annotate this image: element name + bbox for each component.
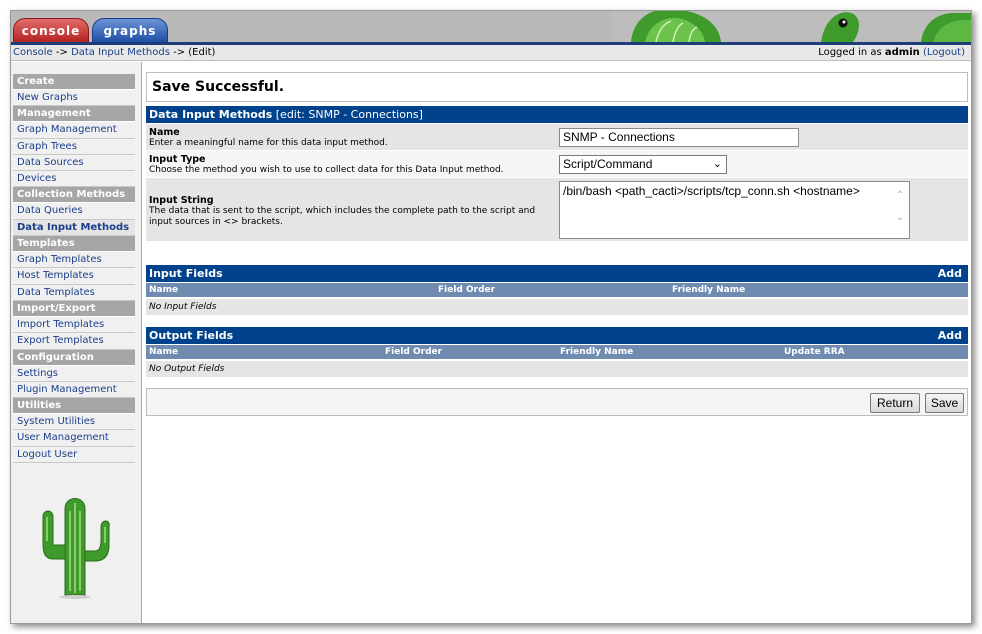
name-input[interactable]: SNMP - Connections [559, 128, 799, 147]
column-update-rra[interactable]: Update RRA [784, 345, 845, 359]
menu-item-data-templates[interactable]: Data Templates [13, 284, 135, 301]
menu-item-settings[interactable]: Settings [13, 365, 135, 382]
login-info: Logged in as admin (Logout) [818, 45, 965, 61]
menu-item-data-queries[interactable]: Data Queries [13, 203, 135, 220]
output-fields-title: Output Fields [149, 329, 234, 342]
cactus-banner-art [611, 11, 971, 42]
menu-heading-import-export: Import/Export [13, 300, 135, 317]
menu-item-host-templates[interactable]: Host Templates [13, 268, 135, 285]
output-fields-add-link[interactable]: Add [938, 327, 962, 344]
input-string-row: Input String The data that is sent to th… [146, 178, 968, 242]
input-type-selected-value: Script/Command [563, 157, 653, 171]
save-button[interactable]: Save [925, 393, 964, 413]
input-type-select[interactable]: Script/Command ⌄ [559, 155, 727, 174]
menu-item-import-templates[interactable]: Import Templates [13, 316, 135, 334]
login-user: admin [884, 47, 920, 58]
output-fields-empty: No Output Fields [146, 361, 968, 377]
menu-item-data-sources[interactable]: Data Sources [13, 154, 135, 172]
menu-heading-utilities: Utilities [13, 398, 135, 415]
logout-link[interactable]: (Logout) [923, 47, 965, 58]
menu-item-graph-management[interactable]: Graph Management [13, 122, 135, 139]
breadcrumb-separator: -> [169, 47, 189, 58]
input-type-description: Choose the method you wish to use to col… [149, 165, 504, 175]
menu-heading-management: Management [13, 106, 135, 123]
column-field-order[interactable]: Field Order [438, 283, 495, 297]
name-label: Name [149, 127, 180, 138]
menu-item-new-graphs[interactable]: New Graphs [13, 90, 135, 107]
input-string-label: Input String [149, 195, 214, 206]
menu-item-export-templates[interactable]: Export Templates [13, 333, 135, 350]
tab-graphs[interactable]: graphs [92, 18, 168, 43]
column-friendly-name[interactable]: Friendly Name [672, 283, 745, 297]
form-header-subtitle: [edit: SNMP - Connections] [272, 108, 423, 121]
menu-heading-collection-methods: Collection Methods [13, 187, 135, 204]
login-prefix: Logged in as [818, 47, 885, 58]
breadcrumb-console-link[interactable]: Console [13, 47, 53, 58]
sidebar: Create New Graphs Management Graph Manag… [11, 62, 142, 623]
input-type-row: Input Type Choose the method you wish to… [146, 151, 968, 178]
menu-item-logout-user[interactable]: Logout User [13, 446, 135, 464]
breadcrumb: Console -> Data Input Methods -> (Edit) [13, 45, 215, 61]
menu-item-devices[interactable]: Devices [13, 171, 135, 188]
return-button[interactable]: Return [870, 393, 920, 413]
menu-item-user-management[interactable]: User Management [13, 430, 135, 447]
input-fields-add-link[interactable]: Add [938, 265, 962, 282]
column-field-order[interactable]: Field Order [385, 345, 442, 359]
save-success-message: Save Successful. [146, 72, 968, 102]
menu-heading-templates: Templates [13, 236, 135, 253]
input-string-textarea[interactable]: /bin/bash <path_cacti>/scripts/tcp_conn.… [559, 181, 910, 239]
top-header: console graphs [11, 11, 971, 44]
name-row: Name Enter a meaningful name for this da… [146, 124, 968, 151]
breadcrumb-data-input-methods-link[interactable]: Data Input Methods [71, 47, 170, 58]
console-menu: Create New Graphs Management Graph Manag… [13, 74, 135, 464]
input-fields-header: Input Fields Add [146, 265, 968, 282]
output-fields-column-header: Name Field Order Friendly Name Update RR… [146, 345, 968, 359]
scroll-up-icon[interactable]: ⌃ [896, 190, 904, 201]
name-description: Enter a meaningful name for this data in… [149, 138, 388, 148]
input-string-value: /bin/bash <path_cacti>/scripts/tcp_conn.… [563, 184, 860, 198]
menu-item-system-utilities[interactable]: System Utilities [13, 414, 135, 431]
output-fields-header: Output Fields Add [146, 327, 968, 344]
column-friendly-name[interactable]: Friendly Name [560, 345, 633, 359]
input-type-label: Input Type [149, 154, 206, 165]
browser-window: console graphs Console -> Data Input Met… [10, 10, 972, 624]
menu-heading-create: Create [13, 74, 135, 90]
cacti-logo [39, 487, 111, 602]
column-name[interactable]: Name [149, 283, 178, 297]
column-name[interactable]: Name [149, 345, 178, 359]
tab-console[interactable]: console [13, 18, 89, 43]
form-header-title: Data Input Methods [149, 108, 273, 121]
menu-heading-configuration: Configuration [13, 349, 135, 366]
chevron-down-icon: ⌄ [712, 158, 722, 170]
action-bar: Return Save [146, 388, 968, 416]
menu-item-graph-trees[interactable]: Graph Trees [13, 138, 135, 155]
input-fields-empty: No Input Fields [146, 299, 968, 315]
menu-item-data-input-methods[interactable]: Data Input Methods [13, 219, 135, 237]
textarea-scrollbar[interactable]: ⌃ ⌄ [893, 182, 909, 238]
scroll-down-icon[interactable]: ⌄ [896, 212, 904, 223]
input-string-description: The data that is sent to the script, whi… [149, 206, 536, 227]
breadcrumb-current: (Edit) [188, 47, 216, 58]
input-fields-title: Input Fields [149, 267, 223, 280]
input-fields-column-header: Name Field Order Friendly Name [146, 283, 968, 297]
menu-item-plugin-management[interactable]: Plugin Management [13, 381, 135, 399]
form-header: Data Input Methods [edit: SNMP - Connect… [146, 106, 968, 123]
menu-item-graph-templates[interactable]: Graph Templates [13, 252, 135, 269]
breadcrumb-separator: -> [52, 47, 72, 58]
breadcrumb-bar: Console -> Data Input Methods -> (Edit) … [11, 45, 971, 61]
